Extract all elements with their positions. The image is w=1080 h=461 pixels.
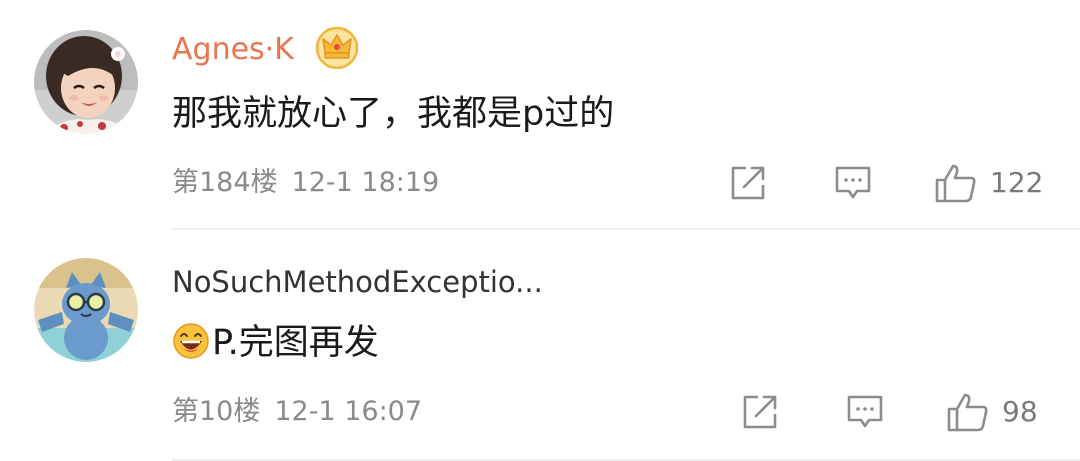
share-icon: [731, 166, 765, 200]
username[interactable]: NoSuchMethodExceptio...: [172, 262, 543, 302]
reply-button[interactable]: [834, 163, 872, 203]
comment-bubble-icon: [835, 166, 871, 199]
action-bar: 122: [0, 163, 1080, 203]
username[interactable]: Agnes·K: [172, 30, 294, 70]
repost-button[interactable]: [728, 163, 768, 203]
comment-text: 那我就放心了，我都是p过的: [172, 94, 615, 134]
comment-item: Agnes·K 那我就放心了，我都是p过的 第184楼 12-1 18:19 1…: [0, 0, 1080, 230]
share-icon: [743, 395, 777, 429]
avatar[interactable]: [34, 30, 138, 134]
vip-crown-icon: [314, 25, 360, 70]
comment-bubble-icon: [847, 395, 883, 428]
repost-button[interactable]: [740, 392, 780, 432]
comment-text: P.完图再发: [172, 319, 379, 367]
thumbs-up-icon: [947, 393, 988, 432]
comment-text-body: P.完图再发: [212, 323, 379, 363]
reply-button[interactable]: [846, 392, 884, 432]
laughing-face-emoji-icon: [172, 322, 210, 360]
like-count: 98: [1002, 395, 1038, 428]
action-bar: 98: [0, 392, 1080, 432]
like-button[interactable]: 98: [946, 392, 1038, 432]
like-button[interactable]: 122: [934, 163, 1043, 203]
like-count: 122: [990, 166, 1044, 199]
comment-item: NoSuchMethodExceptio... P.完图再发 第10楼 12-1 …: [0, 230, 1080, 461]
girl-avatar-icon: [34, 30, 138, 134]
thumbs-up-icon: [935, 164, 976, 203]
blue-cat-sunglasses-avatar-icon: [34, 258, 138, 362]
avatar[interactable]: [34, 258, 138, 362]
